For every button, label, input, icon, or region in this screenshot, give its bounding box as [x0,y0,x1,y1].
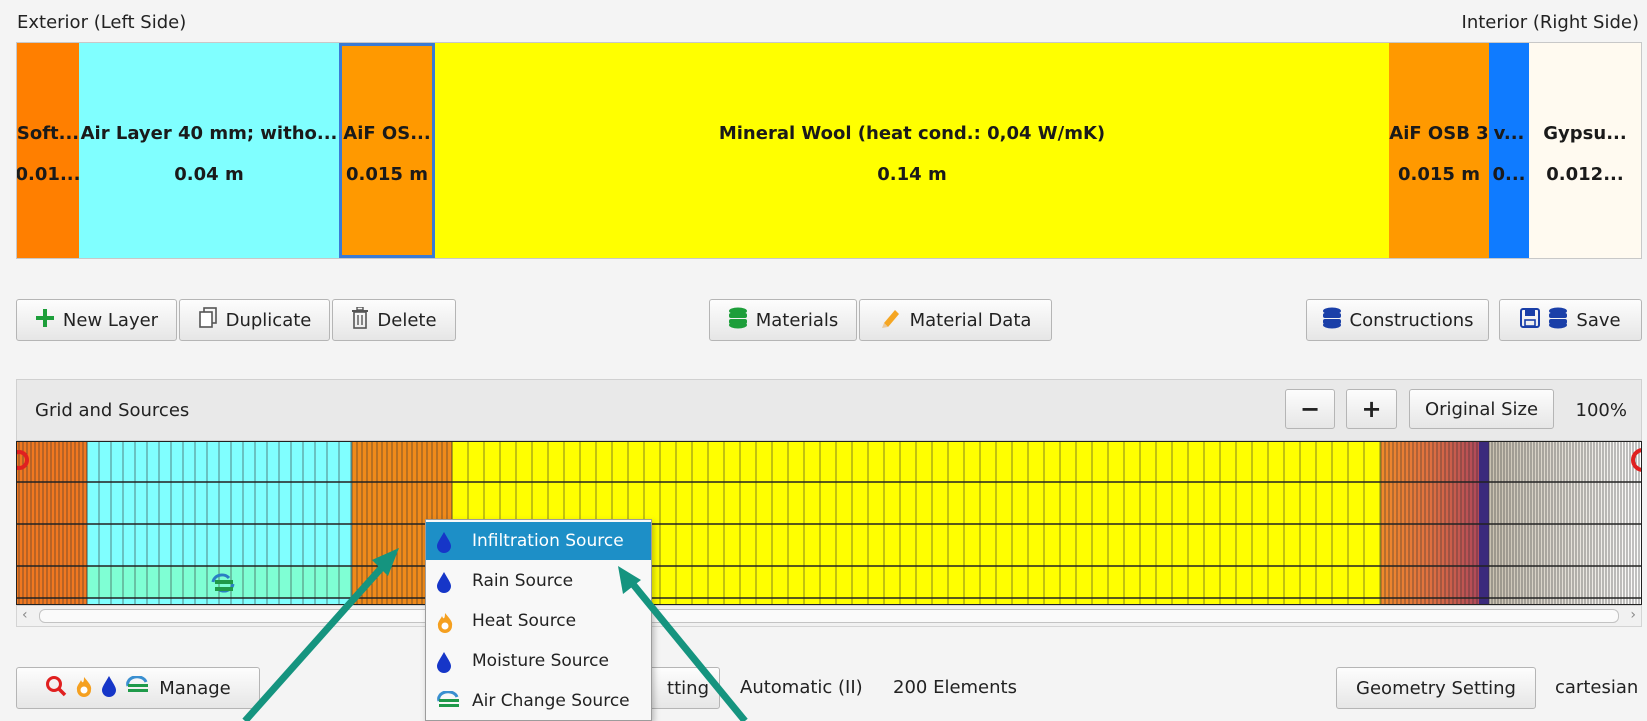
menu-item-label: Air Change Source [472,691,630,711]
delete-label: Delete [377,309,437,331]
original-size-button[interactable]: Original Size [1409,389,1554,429]
air-change-icon [436,690,462,716]
exterior-side-label: Exterior (Left Side) [17,12,187,33]
plus-icon: + [1361,395,1382,423]
materials-label: Materials [755,309,839,331]
layer-thickness: 0.01... [17,163,79,185]
constructions-button[interactable]: Constructions [1306,299,1489,341]
element-count-text: 200 Elements [893,677,1017,698]
water-drop-icon [101,675,117,702]
layer-name: Gypsu... [1543,122,1627,144]
grid-horizontal-scrollbar[interactable]: ‹ › [16,605,1642,627]
geometry-type-text: cartesian [1555,677,1639,698]
geometry-setting-label: Geometry Setting [1356,677,1516,699]
water-drop-icon [436,531,452,558]
constructions-label: Constructions [1349,309,1474,331]
construction-layer-strip: Soft... 0.01... Air Layer 40 mm; witho..… [16,42,1642,259]
layer-osb-interior[interactable]: AiF OSB 3 0.015 m [1389,43,1489,258]
menu-item-heat-source[interactable]: Heat Source [426,602,651,640]
layer-name: Soft... [17,122,79,144]
layer-name: AiF OS... [343,122,431,144]
delete-button[interactable]: Delete [332,299,456,341]
interior-side-label: Interior (Right Side) [1461,12,1639,33]
database-icon [1322,307,1342,334]
copy-icon [198,306,218,334]
layer-thickness: 0.012... [1546,163,1624,185]
floppy-disk-icon [1520,307,1541,333]
layer-osb-selected[interactable]: AiF OS... 0.015 m [339,43,435,258]
save-button[interactable]: Save [1499,299,1642,341]
menu-item-air-change-source[interactable]: Air Change Source [426,682,651,720]
original-size-label: Original Size [1424,398,1539,420]
zoom-level: 100% [1575,400,1627,421]
layer-thickness: 0.015 m [1398,163,1480,185]
layer-name: Air Layer 40 mm; witho... [80,122,338,144]
grid-sources-title: Grid and Sources [35,400,190,421]
database-icon [728,307,748,334]
manage-label: Manage [159,677,231,699]
new-layer-label: New Layer [62,309,159,331]
layer-name: Mineral Wool (heat cond.: 0,04 W/mK) [718,122,1106,144]
save-label: Save [1576,309,1621,331]
menu-item-infiltration-source[interactable]: Infiltration Source [426,522,651,560]
grid-canvas-area[interactable] [16,441,1642,605]
layer-thickness: 0.14 m [877,163,947,185]
water-drop-icon [436,651,452,678]
menu-item-label: Moisture Source [472,651,609,671]
zoom-in-button[interactable]: + [1346,389,1397,429]
layer-name: AiF OSB 3 [1389,122,1489,144]
layer-air[interactable]: Air Layer 40 mm; witho... 0.04 m [79,43,339,258]
manage-sources-button[interactable]: Manage [16,667,260,709]
menu-item-label: Heat Source [472,611,577,631]
layer-gypsum[interactable]: Gypsu... 0.012... [1529,43,1641,258]
menu-item-rain-source[interactable]: Rain Source [426,562,651,600]
materials-button[interactable]: Materials [709,299,857,341]
add-source-context-menu: Infiltration Source Rain Source Heat Sou… [425,519,652,721]
duplicate-button[interactable]: Duplicate [179,299,330,341]
flame-icon [75,675,93,702]
menu-item-label: Rain Source [472,571,574,591]
grid-setting-button[interactable]: tting [640,667,720,709]
layer-thickness: 0... [1492,163,1526,185]
duplicate-label: Duplicate [225,309,312,331]
water-drop-icon [436,571,452,598]
zoom-out-button[interactable]: − [1285,389,1335,429]
layer-thickness: 0.015 m [346,163,428,185]
database-icon [1548,307,1568,334]
search-icon [45,675,67,702]
layer-softboard[interactable]: Soft... 0.01... [17,43,79,258]
grid-drawing[interactable] [17,442,1642,605]
menu-item-moisture-source[interactable]: Moisture Source [426,642,651,680]
layer-thickness: 0.04 m [174,163,244,185]
flame-icon [436,611,454,638]
air-change-icon [125,674,151,701]
layer-mineral-wool[interactable]: Mineral Wool (heat cond.: 0,04 W/mK) 0.1… [435,43,1389,258]
minus-icon: − [1299,395,1321,423]
trash-icon [351,305,369,334]
scroll-left-icon[interactable]: ‹ [22,607,28,623]
layer-vapour[interactable]: v... 0... [1489,43,1529,258]
material-data-label: Material Data [909,309,1032,331]
plus-icon [35,308,55,333]
new-layer-button[interactable]: New Layer [16,299,177,341]
grid-mode-text: Automatic (II) [740,677,863,698]
pencil-icon [880,307,902,334]
layer-name: v... [1493,122,1525,144]
scrollbar-thumb[interactable] [39,609,1619,623]
scroll-right-icon[interactable]: › [1630,607,1636,623]
grid-sources-header: Grid and Sources 100% [16,379,1642,441]
geometry-setting-button[interactable]: Geometry Setting [1336,667,1536,709]
material-data-button[interactable]: Material Data [859,299,1052,341]
menu-item-label: Infiltration Source [472,531,624,551]
grid-setting-label: tting [667,677,709,699]
